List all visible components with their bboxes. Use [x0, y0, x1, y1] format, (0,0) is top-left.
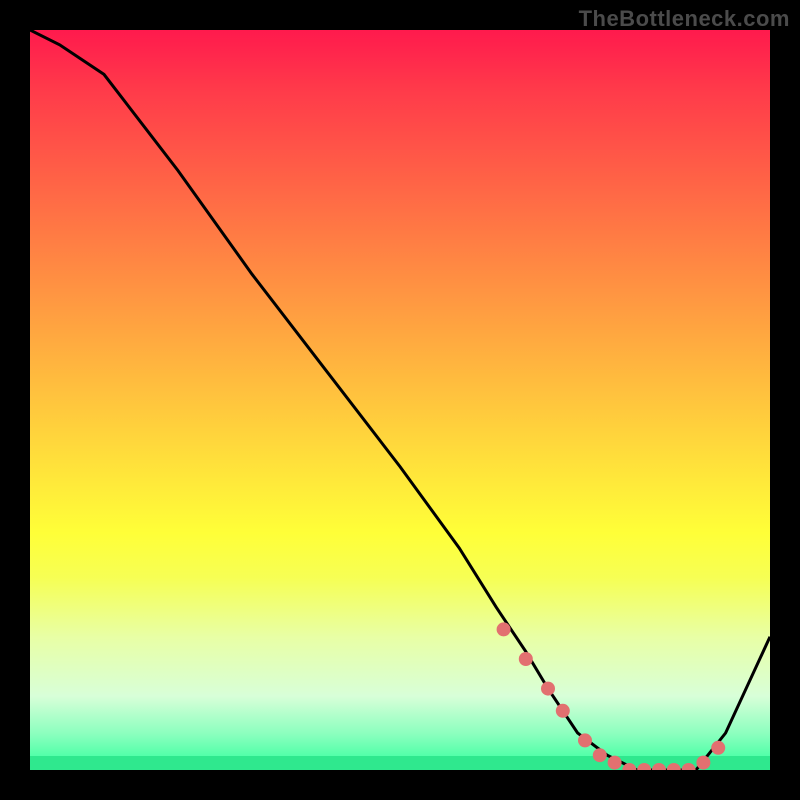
bottleneck-curve — [30, 30, 770, 770]
data-marker — [519, 652, 533, 666]
data-marker — [652, 763, 666, 770]
data-marker — [556, 704, 570, 718]
curve-svg — [30, 30, 770, 770]
data-marker — [593, 748, 607, 762]
data-marker — [682, 763, 696, 770]
watermark-text: TheBottleneck.com — [579, 6, 790, 32]
data-marker — [608, 756, 622, 770]
chart-frame: TheBottleneck.com — [0, 0, 800, 800]
data-marker — [497, 622, 511, 636]
data-marker — [578, 733, 592, 747]
data-marker — [711, 741, 725, 755]
data-marker — [541, 682, 555, 696]
data-marker — [667, 763, 681, 770]
marker-group — [497, 622, 726, 770]
data-marker — [696, 756, 710, 770]
plot-area — [30, 30, 770, 770]
data-marker — [637, 763, 651, 770]
